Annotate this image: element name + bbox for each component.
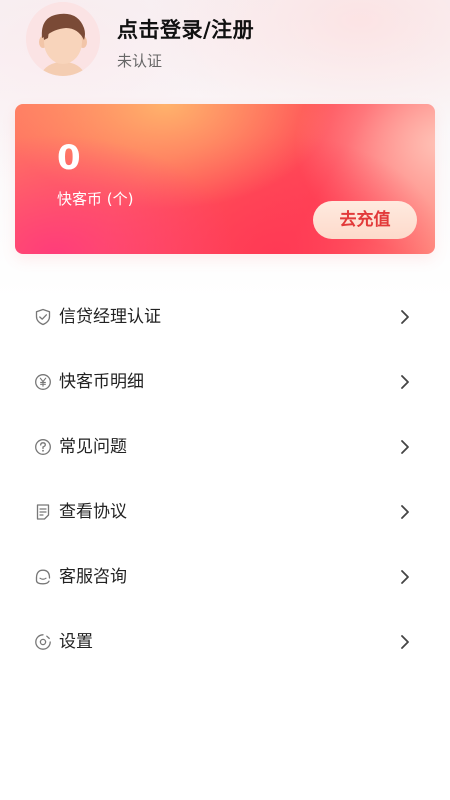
menu-item-manager-certification[interactable]: 信贷经理认证 bbox=[0, 285, 450, 350]
menu-item-customer-service[interactable]: 客服咨询 bbox=[0, 545, 450, 610]
login-register-link[interactable]: 点击登录/注册 bbox=[117, 14, 254, 44]
chevron-right-icon bbox=[398, 374, 412, 390]
menu-item-agreements[interactable]: 查看协议 bbox=[0, 480, 450, 545]
menu-item-settings[interactable]: 设置 bbox=[0, 610, 450, 675]
verification-status: 未认证 bbox=[117, 52, 163, 70]
chevron-right-icon bbox=[398, 439, 412, 455]
chevron-right-icon bbox=[398, 634, 412, 650]
chevron-right-icon bbox=[398, 504, 412, 520]
menu-list: 信贷经理认证 快客币明细 常见问题 查看协议 客服咨询 设置 bbox=[0, 285, 450, 675]
coin-count: 0 bbox=[57, 138, 81, 178]
menu-item-label: 常见问题 bbox=[59, 437, 127, 457]
default-avatar-icon bbox=[26, 2, 100, 76]
settings-icon bbox=[34, 633, 52, 651]
headset-icon bbox=[34, 568, 52, 586]
menu-item-label: 信贷经理认证 bbox=[59, 307, 161, 327]
menu-item-label: 查看协议 bbox=[59, 502, 127, 522]
menu-item-label: 客服咨询 bbox=[59, 567, 127, 587]
chevron-right-icon bbox=[398, 569, 412, 585]
question-circle-icon bbox=[34, 438, 52, 456]
menu-item-label: 设置 bbox=[59, 632, 93, 652]
yen-coin-icon bbox=[34, 373, 52, 391]
menu-item-coin-details[interactable]: 快客币明细 bbox=[0, 350, 450, 415]
coin-balance-card: 0 快客币 (个) 去充值 bbox=[15, 104, 435, 254]
shield-check-icon bbox=[34, 308, 52, 326]
document-icon bbox=[34, 503, 52, 521]
coin-label: 快客币 (个) bbox=[57, 190, 134, 208]
chevron-right-icon bbox=[398, 309, 412, 325]
menu-item-faq[interactable]: 常见问题 bbox=[0, 415, 450, 480]
avatar[interactable] bbox=[26, 2, 100, 76]
recharge-button[interactable]: 去充值 bbox=[313, 201, 417, 239]
profile-header: 点击登录/注册 未认证 bbox=[0, 0, 450, 90]
menu-item-label: 快客币明细 bbox=[59, 372, 144, 392]
